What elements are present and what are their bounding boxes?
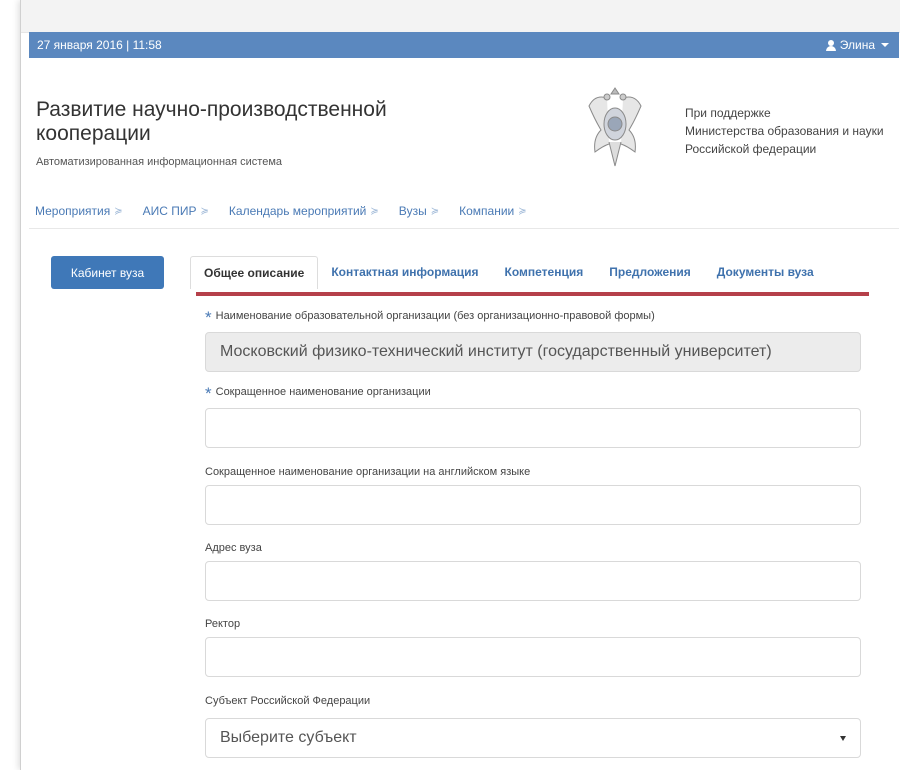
coat-of-arms-icon (588, 87, 642, 167)
short-name-label: * Сокращенное наименование организации (205, 384, 431, 404)
chevron-down-icon: ≽ (518, 205, 527, 217)
user-icon (825, 39, 836, 51)
tab-competence[interactable]: Компетенция (492, 256, 597, 289)
tab-university-documents[interactable]: Документы вуза (704, 256, 827, 289)
org-name-label: * Наименование образовательной организаци… (205, 308, 655, 328)
nav-item-events[interactable]: Мероприятия ≽ (35, 204, 123, 218)
region-label: Субъект Российской Федерации (205, 695, 371, 707)
rector-label: Ректор (205, 618, 241, 630)
short-name-label-text: Сокращенное наименование организации (215, 386, 431, 398)
tab-general-description[interactable]: Общее описание (190, 256, 319, 289)
current-datetime: 27 января 2016 | 11:58 (37, 38, 162, 52)
required-mark: * (205, 308, 212, 327)
caret-down-icon (840, 735, 846, 741)
region-select[interactable]: Выберите субъект (205, 718, 861, 758)
nav-item-universities[interactable]: Вузы ≽ (399, 204, 439, 218)
address-input[interactable] (205, 561, 861, 601)
region-select-value: Выберите субъект (220, 729, 357, 746)
nav-item-label: АИС ПИР (142, 204, 197, 218)
chevron-down-icon: ≽ (114, 205, 123, 217)
address-label: Адрес вуза (205, 542, 262, 554)
chevron-down-icon: ≽ (370, 205, 379, 217)
support-line: Министерства образования и науки (685, 124, 884, 138)
short-name-en-input[interactable] (205, 485, 861, 525)
user-name: Элина (839, 38, 875, 52)
user-menu[interactable]: Элина (825, 38, 889, 52)
caret-down-icon (881, 43, 889, 47)
main-nav: Мероприятия ≽ АИС ПИР ≽ Календарь меропр… (35, 204, 527, 218)
browser-frame: 27 января 2016 | 11:58 Элина Развитие на… (20, 0, 900, 770)
chevron-down-icon: ≽ (430, 205, 440, 217)
support-line: Российской федерации (685, 142, 817, 156)
tab-offers[interactable]: Предложения (596, 256, 704, 289)
chevron-down-icon: ≽ (200, 205, 209, 217)
nav-item-ais-pir[interactable]: АИС ПИР ≽ (143, 204, 209, 218)
university-cabinet-button[interactable]: Кабинет вуза (51, 256, 164, 289)
nav-item-label: Мероприятия (35, 204, 111, 218)
tab-contact-info[interactable]: Контактная информация (318, 256, 491, 289)
site-title: Развитие научно-производственной коопера… (36, 98, 387, 145)
nav-item-label: Компании (459, 204, 515, 218)
short-name-input[interactable] (205, 408, 861, 448)
tabs-highlight-underline (196, 292, 869, 296)
nav-item-label: Календарь мероприятий (228, 204, 367, 218)
nav-divider (29, 228, 899, 229)
short-name-en-label: Сокращенное наименование организации на … (205, 466, 531, 478)
org-name-label-text: Наименование образовательной организации… (215, 310, 655, 322)
rector-input[interactable] (205, 637, 861, 677)
nav-item-label: Вузы (398, 204, 427, 218)
org-name-field[interactable]: Московский физико-технический институт (… (205, 332, 861, 372)
profile-tabs: Общее описание Контактная информация Ком… (190, 256, 827, 289)
top-bar: 27 января 2016 | 11:58 Элина (29, 32, 899, 58)
nav-item-calendar[interactable]: Календарь мероприятий ≽ (229, 204, 379, 218)
frame-top-strip (21, 0, 900, 33)
site-subtitle: Автоматизированная информационная систем… (36, 156, 283, 168)
support-line: При поддержке (685, 106, 771, 120)
support-text: При поддержке Министерства образования и… (685, 104, 884, 158)
required-mark: * (205, 384, 212, 403)
nav-item-companies[interactable]: Компании ≽ (459, 204, 527, 218)
